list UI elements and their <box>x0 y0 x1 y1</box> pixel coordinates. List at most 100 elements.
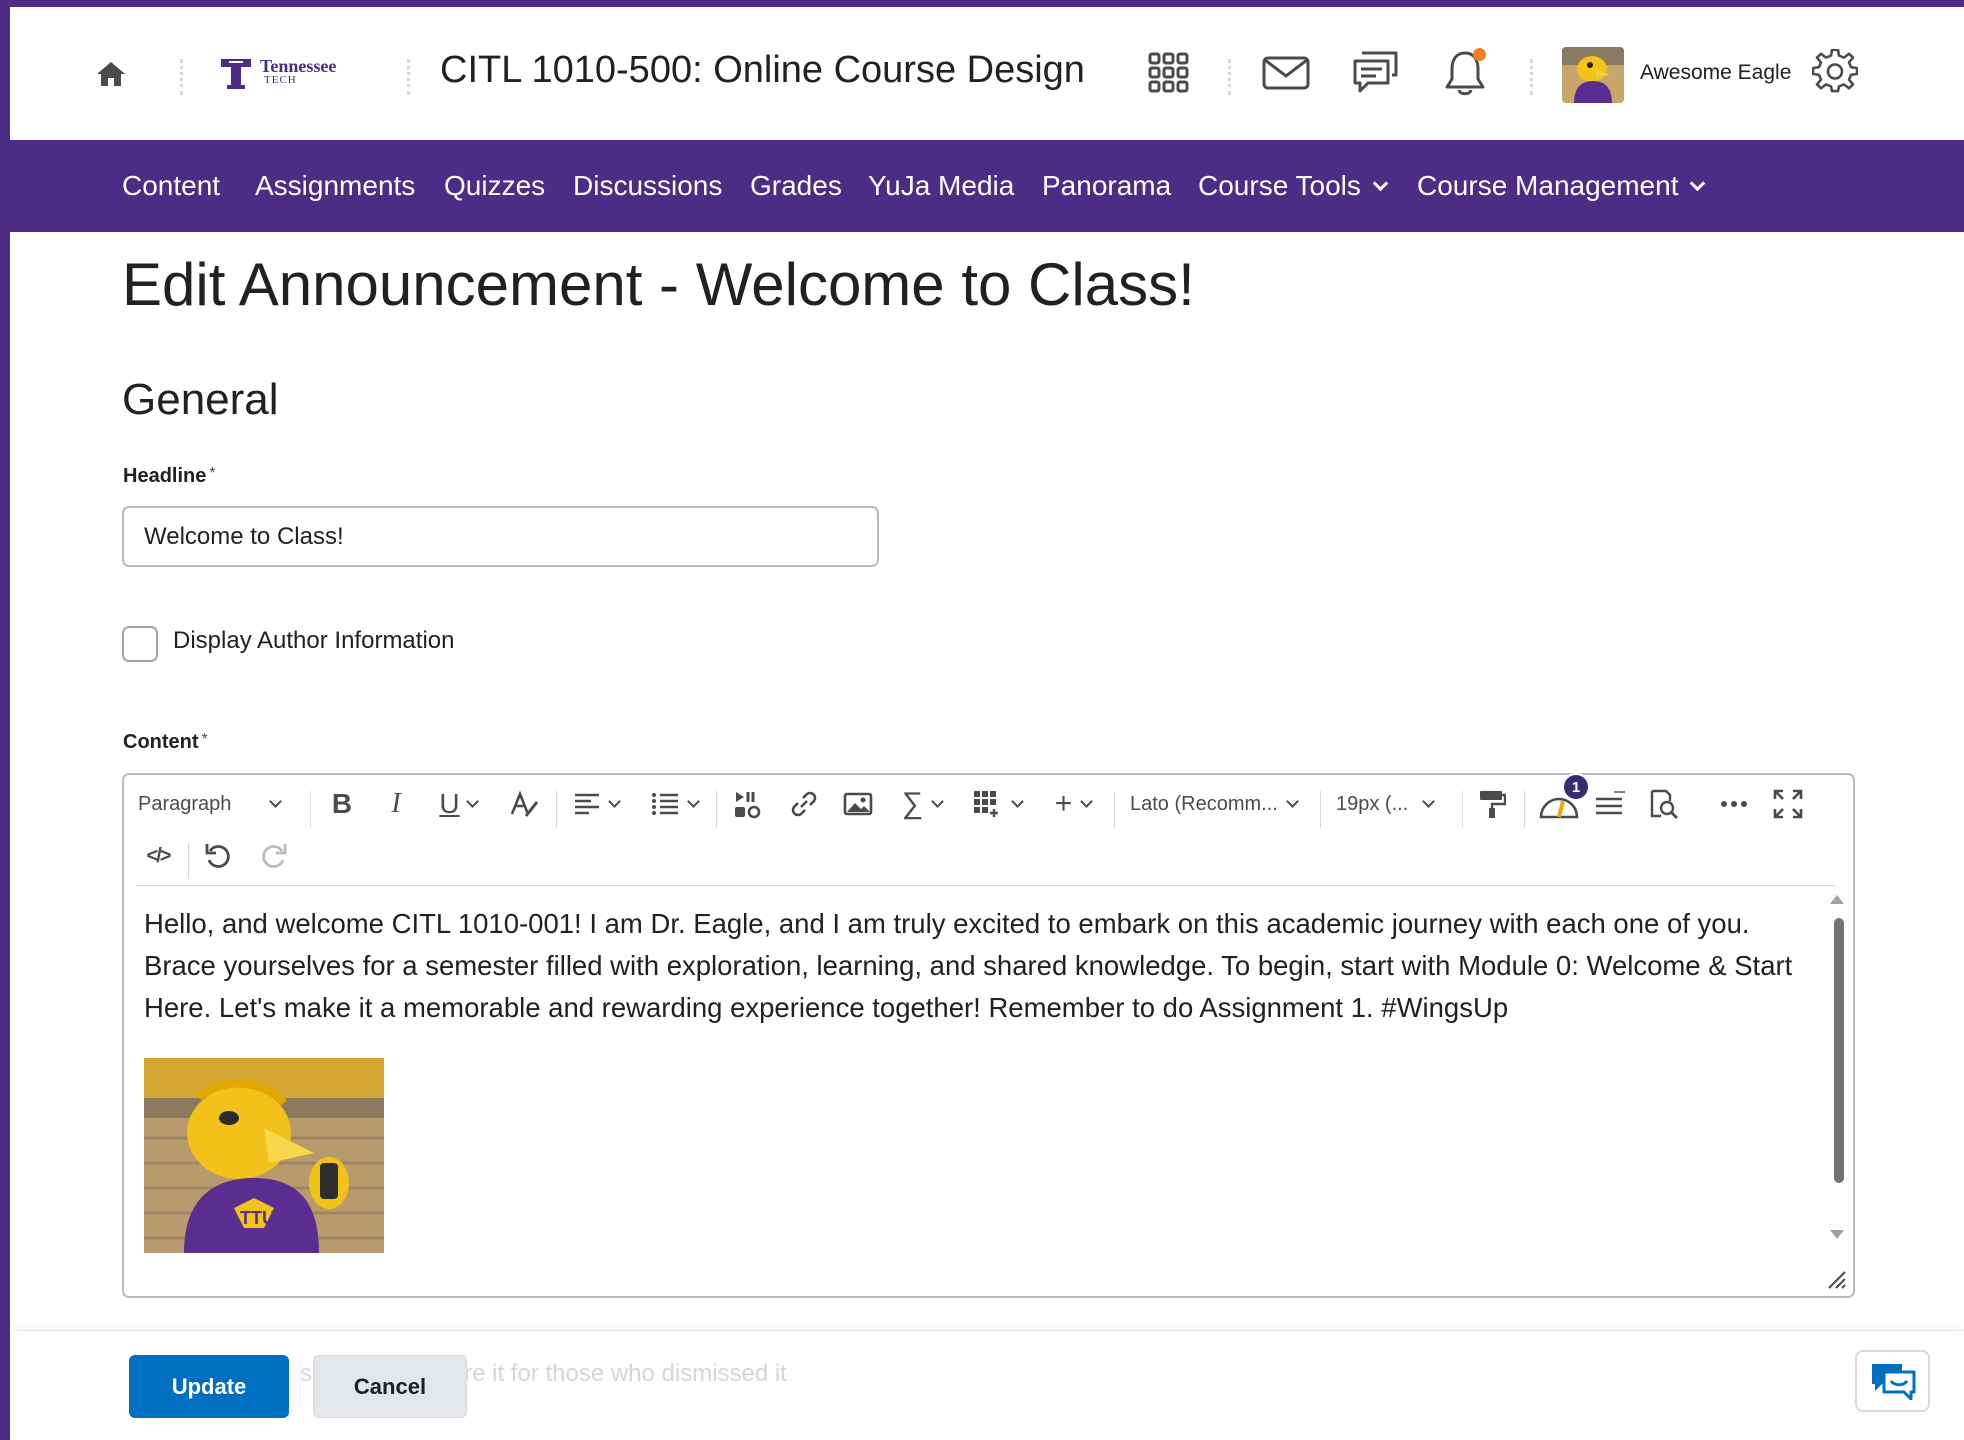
update-button[interactable]: Update <box>129 1355 289 1418</box>
paint-roller-icon <box>1480 791 1506 818</box>
chat-icon <box>1871 1364 1915 1400</box>
link-icon <box>791 791 817 817</box>
display-author-label[interactable]: Display Author Information <box>173 627 454 655</box>
top-accent-strip <box>0 0 1964 7</box>
plus-icon: + <box>1054 787 1073 820</box>
table-dropdown[interactable] <box>964 779 1030 829</box>
equation-dropdown[interactable]: ∑ <box>892 779 952 829</box>
cancel-button[interactable]: Cancel <box>313 1355 467 1418</box>
bullet-list-icon <box>651 793 678 815</box>
nav-assignments[interactable]: Assignments <box>255 140 415 232</box>
headline-input[interactable] <box>122 506 879 567</box>
block-format-dropdown[interactable]: Paragraph <box>134 779 304 829</box>
more-actions-button[interactable] <box>1712 779 1756 829</box>
institution-logo[interactable]: Tennessee TECH <box>218 51 378 95</box>
redo-button[interactable] <box>252 831 296 881</box>
headline-label-text: Headline <box>123 465 207 487</box>
mail-icon[interactable] <box>1260 51 1312 95</box>
bell-icon[interactable] <box>1440 45 1490 99</box>
insert-link-button[interactable] <box>782 779 826 829</box>
resize-handle-icon[interactable] <box>1825 1268 1847 1290</box>
header-divider <box>1228 59 1231 95</box>
logo-subtext: TECH <box>264 74 297 86</box>
nav-panorama[interactable]: Panorama <box>1042 140 1171 232</box>
list-dropdown[interactable] <box>642 779 706 829</box>
nav-course-management[interactable]: Course Management <box>1417 140 1706 232</box>
accessibility-issue-badge: 1 <box>1562 773 1590 801</box>
nav-label: Assignments <box>255 170 416 201</box>
mascot-image[interactable]: TTU <box>144 1058 384 1253</box>
nav-label: Content <box>122 170 221 201</box>
undo-button[interactable] <box>196 831 240 881</box>
header-divider <box>407 59 410 95</box>
nav-label: Course Management <box>1417 170 1679 201</box>
editor-content-text[interactable]: Hello, and welcome CITL 1010-001! I am D… <box>144 903 1804 1029</box>
nav-label: Panorama <box>1042 170 1172 201</box>
nav-grades[interactable]: Grades <box>750 140 842 232</box>
nav-course-tools[interactable]: Course Tools <box>1198 140 1389 232</box>
rich-text-editor: Paragraph B I U ∑ + Lato (Recomm... 19px… <box>122 773 1855 1298</box>
word-count-button[interactable] <box>1588 779 1632 829</box>
chevron-down-icon <box>1080 795 1094 808</box>
content-label: Content * <box>123 731 208 754</box>
code-icon: </> <box>146 844 172 867</box>
scroll-down-arrow[interactable] <box>1830 1230 1844 1239</box>
chevron-down-icon <box>269 795 283 808</box>
toolbar-divider <box>556 791 557 827</box>
header-divider <box>180 59 183 95</box>
italic-icon: I <box>391 788 401 819</box>
nav-label: YuJa Media <box>868 170 1015 201</box>
minibar-header: Tennessee TECH CITL 1010-500: Online Cou… <box>10 7 1964 140</box>
gear-icon[interactable] <box>1810 47 1860 97</box>
ellipsis-icon <box>1721 801 1747 807</box>
text-style-button[interactable] <box>502 779 546 829</box>
nav-quizzes[interactable]: Quizzes <box>444 140 545 232</box>
bold-button[interactable]: B <box>320 779 364 829</box>
insert-image-button[interactable] <box>836 779 880 829</box>
toolbar-divider <box>1320 791 1321 827</box>
toolbar-divider <box>1524 791 1525 827</box>
nav-discussions[interactable]: Discussions <box>573 140 722 232</box>
nav-label: Quizzes <box>444 170 546 201</box>
scroll-up-arrow[interactable] <box>1830 895 1844 904</box>
chat-bubbles-icon[interactable] <box>1350 47 1402 97</box>
nav-label: Grades <box>750 170 842 201</box>
insert-stuff-icon <box>735 792 761 819</box>
nav-label: Course Tools <box>1198 170 1361 201</box>
font-family-dropdown[interactable]: Lato (Recomm... <box>1124 779 1310 829</box>
preview-button[interactable] <box>1642 779 1686 829</box>
chevron-down-icon <box>931 795 945 808</box>
editor-scrollbar-thumb[interactable] <box>1834 918 1844 1183</box>
header-divider <box>1530 59 1533 95</box>
nav-yuja-media[interactable]: YuJa Media <box>868 140 1014 232</box>
align-dropdown[interactable] <box>564 779 628 829</box>
toolbar-divider <box>1114 791 1115 827</box>
chevron-down-icon <box>1372 175 1389 191</box>
italic-button[interactable]: I <box>374 779 418 829</box>
required-marker: * <box>201 731 208 748</box>
chevron-down-icon <box>1422 795 1436 808</box>
chevron-down-icon <box>1690 175 1706 191</box>
avatar[interactable] <box>1562 47 1624 103</box>
toolbar-divider <box>716 791 717 827</box>
chat-support-button[interactable] <box>1855 1350 1930 1412</box>
word-count-icon <box>1596 791 1625 815</box>
source-code-button[interactable]: </> <box>136 831 180 881</box>
user-name[interactable]: Awesome Eagle <box>1640 61 1791 85</box>
course-title[interactable]: CITL 1010-500: Online Course Design <box>440 49 1085 92</box>
nav-content[interactable]: Content <box>122 140 220 232</box>
insert-stuff-button[interactable] <box>726 779 770 829</box>
waffle-grid-icon[interactable] <box>1145 49 1193 97</box>
insert-more-dropdown[interactable]: + <box>1042 779 1104 829</box>
fullscreen-button[interactable] <box>1766 779 1810 829</box>
home-icon[interactable] <box>92 55 130 93</box>
font-size-dropdown[interactable]: 19px (... <box>1330 779 1450 829</box>
display-author-checkbox[interactable] <box>122 626 158 662</box>
content-label-text: Content <box>123 731 199 753</box>
sigma-icon: ∑ <box>901 787 924 820</box>
accessibility-checker-button[interactable]: 1 <box>1534 773 1590 829</box>
underline-dropdown[interactable]: U <box>426 779 490 829</box>
format-painter-button[interactable] <box>1470 779 1514 829</box>
toolbar-divider <box>1462 791 1463 827</box>
font-size-value: 19px (... <box>1336 792 1409 815</box>
